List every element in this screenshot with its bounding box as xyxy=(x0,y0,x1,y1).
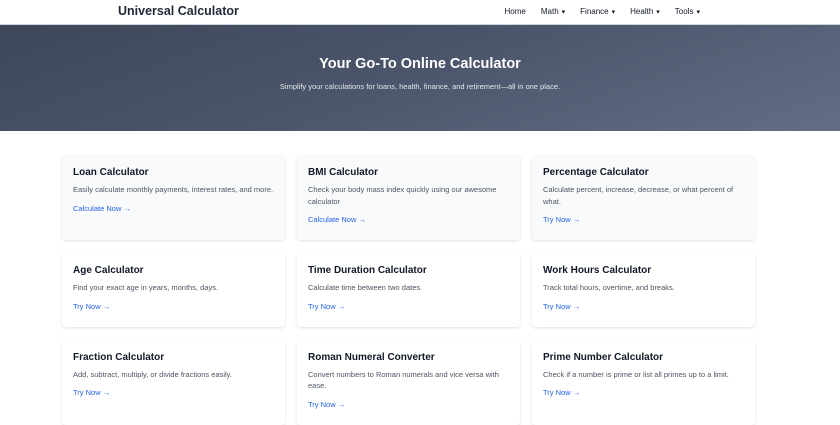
main-nav: Home Math ▾ Finance ▾ Health ▾ Tools ▾ xyxy=(505,7,700,16)
card-description: Track total hours, overtime, and breaks. xyxy=(543,283,675,292)
card-link[interactable]: Calculate Now → xyxy=(73,204,131,213)
card-title: Age Calculator xyxy=(73,265,144,276)
nav-label: Math xyxy=(540,7,559,16)
card-description: Easily calculate monthly payments, inter… xyxy=(73,185,274,194)
calculator-card: Fraction Calculator Add, subtract, multi… xyxy=(62,339,285,425)
card-description: Check if a number is prime or list all p… xyxy=(543,369,729,379)
card-description: Find your exact age in years, months, da… xyxy=(73,283,219,292)
card-link[interactable]: Try Now → xyxy=(543,302,580,311)
card-link[interactable]: Try Now → xyxy=(73,302,110,311)
card-title: Time Duration Calculator xyxy=(308,265,427,276)
nav-tools[interactable]: Tools ▾ xyxy=(675,7,700,16)
hero-section: Your Go-To Online Calculator Simplify yo… xyxy=(0,25,840,131)
card-link[interactable]: Try Now → xyxy=(543,388,580,397)
card-link[interactable]: Try Now → xyxy=(543,215,580,224)
calculator-card: BMI Calculator Check your body mass inde… xyxy=(297,155,520,240)
card-description: Add, subtract, multiply, or divide fract… xyxy=(73,369,232,379)
card-link[interactable]: Try Now → xyxy=(308,400,345,409)
calculator-card: Age Calculator Find your exact age in ye… xyxy=(62,253,285,327)
card-title: Roman Numeral Converter xyxy=(308,351,435,363)
card-description: Calculate percent, increase, decrease, o… xyxy=(543,185,734,206)
hero-title: Your Go-To Online Calculator xyxy=(319,56,521,72)
calculator-grid: Loan Calculator Easily calculate monthly… xyxy=(62,155,755,425)
nav-home[interactable]: Home xyxy=(505,7,526,16)
calculator-card: Loan Calculator Easily calculate monthly… xyxy=(62,155,285,240)
card-description: Convert numbers to Roman numerals and vi… xyxy=(308,369,499,391)
nav-health[interactable]: Health ▾ xyxy=(630,7,660,16)
calculator-card: Time Duration Calculator Calculate time … xyxy=(297,253,520,327)
chevron-down-icon: ▾ xyxy=(611,9,616,16)
card-description: Calculate time between two dates. xyxy=(308,283,423,292)
card-title: BMI Calculator xyxy=(308,167,379,178)
nav-label: Tools xyxy=(674,7,694,16)
nav-finance[interactable]: Finance ▾ xyxy=(580,7,615,16)
calculator-card: Roman Numeral Converter Convert numbers … xyxy=(297,339,520,425)
card-title: Prime Number Calculator xyxy=(543,351,664,363)
card-title: Percentage Calculator xyxy=(543,167,649,178)
chevron-down-icon: ▾ xyxy=(561,9,566,16)
chevron-down-icon: ▾ xyxy=(656,9,660,16)
site-header: Universal Calculator Home Math ▾ Finance ▾… xyxy=(0,0,840,25)
card-title: Fraction Calculator xyxy=(73,351,165,363)
chevron-down-icon: ▾ xyxy=(696,9,700,16)
nav-math[interactable]: Math ▾ xyxy=(541,7,565,16)
site-logo[interactable]: Universal Calculator xyxy=(118,4,239,18)
card-title: Work Hours Calculator xyxy=(543,265,652,276)
calculator-card: Percentage Calculator Calculate percent,… xyxy=(532,155,755,240)
nav-label: Finance xyxy=(580,7,609,16)
card-description: Check your body mass index quickly using… xyxy=(308,185,497,206)
hero-subtitle: Simplify your calculations for loans, he… xyxy=(279,82,561,91)
card-link[interactable]: Calculate Now → xyxy=(308,215,366,224)
calculator-card: Work Hours Calculator Track total hours,… xyxy=(532,253,755,327)
nav-label: Home xyxy=(504,7,526,16)
card-link[interactable]: Try Now → xyxy=(73,388,110,397)
nav-label: Health xyxy=(630,7,654,16)
card-title: Loan Calculator xyxy=(73,167,149,178)
card-link[interactable]: Try Now → xyxy=(308,302,345,311)
calculator-card: Prime Number Calculator Check if a numbe… xyxy=(532,339,755,425)
